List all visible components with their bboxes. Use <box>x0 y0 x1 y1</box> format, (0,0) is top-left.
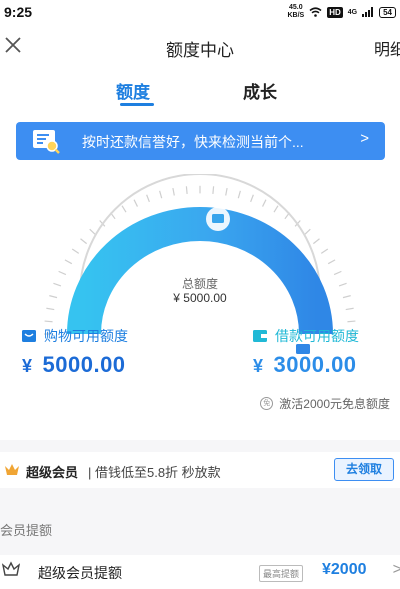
credit-check-banner[interactable]: 按时还款信誉好，快来检测当前个... > <box>16 122 385 160</box>
network-speed: 45.0 KB/S <box>287 4 304 20</box>
activate-interest-free[interactable]: 免 激活2000元免息额度 <box>260 395 390 412</box>
gauge-tick <box>304 228 311 236</box>
chevron-right-icon: > <box>392 561 400 578</box>
gauge-tick <box>146 194 150 203</box>
shopping-bag-icon <box>22 330 36 342</box>
vip-increase-label: 超级会员提额 <box>38 565 122 581</box>
vip-increase-row[interactable]: 超级会员提额 最高提额 ¥2000 > <box>0 555 400 589</box>
total-limit-label: 总额度 <box>181 277 218 291</box>
status-icons: 45.0 KB/S HD 4G 54 <box>287 4 396 20</box>
gauge-tick <box>225 187 228 196</box>
tab-bar: 额度 成长 <box>0 66 400 112</box>
wifi-icon <box>309 7 322 17</box>
vip-title: 超级会员 <box>26 465 79 480</box>
gauge-tick <box>121 205 127 213</box>
shopping-limit: 购物可用额度 ¥5000.00 <box>22 326 128 378</box>
details-link[interactable]: 明细 <box>374 36 400 60</box>
tab-growth[interactable]: 成长 <box>243 78 277 103</box>
gauge-tick <box>237 190 241 199</box>
section-title: 会员提额 <box>0 523 53 538</box>
status-time: 9:25 <box>4 4 33 20</box>
tab-limit[interactable]: 额度 <box>116 78 150 103</box>
credit-report-icon <box>33 130 60 154</box>
loan-limit-label: 借款可用额度 <box>275 328 359 344</box>
gauge-tick <box>250 194 254 203</box>
gauge-tick <box>133 199 138 207</box>
crown-icon <box>5 464 19 475</box>
max-increase-badge: 最高提额 <box>259 565 304 582</box>
gauge-tick <box>320 248 329 254</box>
gauge-tick <box>345 307 354 311</box>
gauge-tick <box>44 320 53 323</box>
chevron-right-icon: > <box>360 130 369 147</box>
interest-free-icon: 免 <box>260 397 274 410</box>
nav-bar: 额度中心 明细 <box>0 26 400 66</box>
signal-icon <box>362 7 374 17</box>
gauge-tick <box>262 199 267 207</box>
gauge-tick <box>185 186 188 194</box>
gauge-tick <box>46 307 55 311</box>
wallet-icon <box>253 330 267 342</box>
loan-limit-amount: 3000.00 <box>273 352 357 377</box>
vip-increase-amount: ¥2000 <box>322 561 367 578</box>
gauge-tick <box>327 259 336 265</box>
gauge-tick <box>89 228 96 236</box>
gauge-tick <box>71 248 80 254</box>
loan-limit-currency: ¥ <box>253 356 264 376</box>
network-type: 4G <box>347 8 358 16</box>
status-bar: 9:25 45.0 KB/S HD 4G 54 <box>0 0 400 26</box>
gauge-tick <box>80 238 87 245</box>
gauge-tick <box>172 187 175 196</box>
vip-promo-bar: 超级会员 | 借钱低至5.8折 秒放款 去领取 <box>0 452 400 488</box>
shopping-limit-currency: ¥ <box>22 356 33 376</box>
gauge-tick <box>313 238 320 245</box>
loan-limit: 借款可用额度 ¥3000.00 <box>253 326 359 378</box>
claim-button[interactable]: 去领取 <box>334 458 394 481</box>
gauge-tick <box>159 190 163 199</box>
gauge-tick <box>64 259 73 265</box>
active-tab-indicator <box>120 103 154 106</box>
shopping-limit-label: 购物可用额度 <box>44 328 128 344</box>
shopping-limit-amount: 5000.00 <box>42 352 126 377</box>
total-limit-value: ¥ 5000.00 <box>173 291 227 305</box>
gauge-tick <box>273 205 279 213</box>
page-title: 额度中心 <box>166 41 234 60</box>
battery-indicator: 54 <box>379 6 396 18</box>
vip-description: | 借钱低至5.8折 秒放款 <box>88 465 221 480</box>
gauge-tick <box>347 320 356 323</box>
network-speed-value: 45.0 <box>289 4 303 11</box>
crown-outline-icon <box>2 561 20 576</box>
gauge-tick <box>212 186 215 194</box>
network-speed-unit: KB/S <box>287 12 305 19</box>
banner-text: 按时还款信誉好，快来检测当前个... <box>82 134 304 150</box>
activate-text: 激活2000元免息额度 <box>279 397 390 411</box>
limit-panel: 按时还款信誉好，快来检测当前个... > 总额度 ¥ 5000.00 购物可用额… <box>0 112 400 440</box>
hd-badge: HD <box>327 6 343 18</box>
